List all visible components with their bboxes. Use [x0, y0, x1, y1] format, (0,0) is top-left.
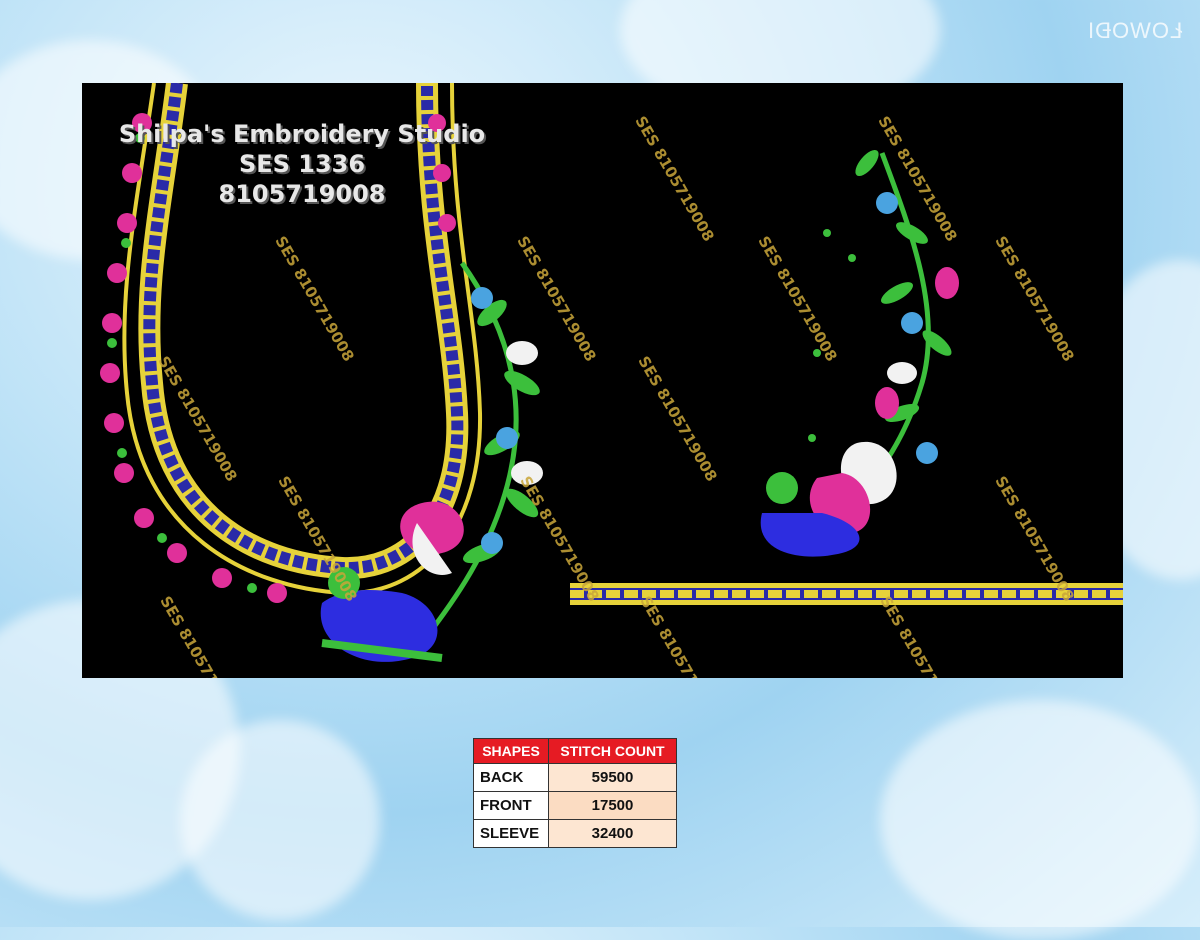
stitch-count-table: SHAPES STITCH COUNT BACK 59500 FRONT 175… [473, 738, 677, 848]
header-stitch-count: STITCH COUNT [548, 738, 677, 764]
embroidery-design-panel: Shilpa's Embroidery Studio SES 1336 8105… [82, 83, 1123, 678]
shape-cell: FRONT [473, 791, 549, 820]
table-header-row: SHAPES STITCH COUNT [473, 738, 677, 764]
shape-cell: BACK [473, 763, 549, 792]
shape-cell: SLEEVE [473, 819, 549, 848]
count-cell: 17500 [548, 791, 677, 820]
count-cell: 32400 [548, 819, 677, 848]
studio-name: Shilpa's Embroidery Studio [118, 120, 486, 148]
table-row: FRONT 17500 [473, 791, 677, 820]
table-row: BACK 59500 [473, 763, 677, 792]
design-code: SES 1336 [238, 150, 366, 178]
table-row: SLEEVE 32400 [473, 819, 677, 848]
count-cell: 59500 [548, 763, 677, 792]
studio-label: Shilpa's Embroidery Studio SES 1336 8105… [102, 119, 502, 209]
corner-watermark: ŁOWOĐI [1086, 18, 1182, 43]
studio-phone: 8105719008 [218, 180, 386, 208]
header-shapes: SHAPES [473, 738, 549, 764]
